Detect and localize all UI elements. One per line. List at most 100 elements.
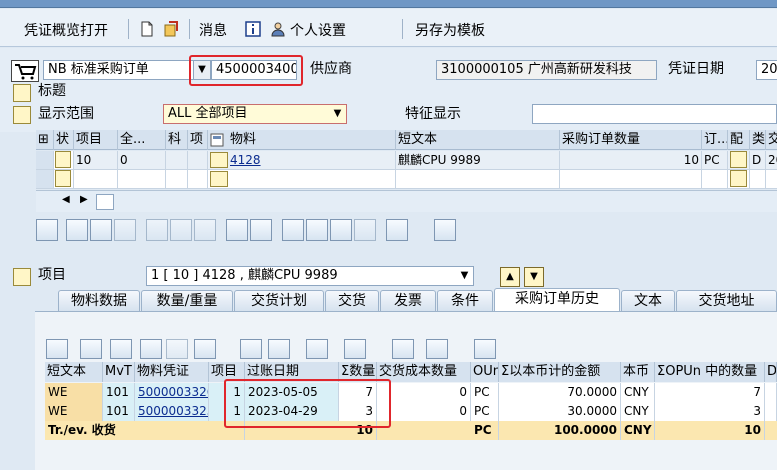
- filter-icon[interactable]: [330, 219, 352, 241]
- total-row[interactable]: Tr./ev. 收货 10 PC 100.0000 CNY 10: [45, 421, 777, 440]
- delivery-cell[interactable]: [766, 170, 777, 189]
- tab-conditions[interactable]: 条件: [437, 290, 493, 311]
- col-item[interactable]: 项目: [74, 130, 118, 150]
- save-as-template-button[interactable]: 另存为模板: [415, 20, 485, 40]
- material-doc-link[interactable]: 5000003326: [138, 385, 208, 399]
- delete-row-icon[interactable]: [146, 219, 168, 241]
- find-icon[interactable]: [140, 339, 162, 359]
- col-oun[interactable]: OUn: [471, 362, 499, 382]
- material-cell[interactable]: [208, 170, 396, 189]
- col-opun-quantity[interactable]: ΣOPUn 中的数量: [655, 362, 765, 382]
- expand-item-details-icon[interactable]: [13, 268, 31, 286]
- col-material-doc[interactable]: 物料凭证: [135, 362, 209, 382]
- sort-descending-icon[interactable]: [306, 219, 328, 241]
- lock-icon[interactable]: [170, 219, 192, 241]
- material-cell[interactable]: 4128: [208, 151, 396, 170]
- copy-icon[interactable]: [250, 219, 272, 241]
- previous-item-icon[interactable]: ▲: [500, 267, 520, 287]
- new-document-icon[interactable]: [139, 21, 155, 37]
- row-selector[interactable]: [36, 151, 54, 170]
- col-short-text[interactable]: 短文本: [45, 362, 103, 382]
- grid-select-all-icon[interactable]: ⊞: [36, 130, 54, 150]
- config-button[interactable]: [730, 151, 747, 168]
- vendor-field[interactable]: 3100000105 广州高新研发科技: [436, 60, 657, 80]
- account-cell[interactable]: [166, 170, 188, 189]
- col-type[interactable]: 类: [750, 130, 766, 150]
- sort-ascending-icon[interactable]: [282, 219, 304, 241]
- status-button[interactable]: [55, 170, 71, 187]
- row-selector[interactable]: [36, 170, 54, 189]
- tab-delivery-schedule[interactable]: 交货计划: [234, 290, 324, 311]
- find-next-icon[interactable]: [166, 339, 188, 359]
- material-doc-cell[interactable]: 5000003326: [135, 383, 209, 402]
- full-cell[interactable]: [118, 170, 166, 189]
- feature-display-field[interactable]: [532, 104, 777, 124]
- print-icon[interactable]: [240, 339, 262, 359]
- scroll-left-icon[interactable]: ◀: [62, 194, 70, 205]
- messages-button[interactable]: 消息: [199, 20, 227, 40]
- layout-icon[interactable]: [344, 339, 366, 359]
- paste-row-icon[interactable]: [114, 219, 136, 241]
- col-de[interactable]: De: [765, 362, 777, 382]
- horizontal-scrollbar[interactable]: [96, 194, 114, 210]
- status-button[interactable]: [55, 151, 71, 168]
- tab-delivery-address[interactable]: 交货地址: [676, 290, 777, 311]
- filter-icon[interactable]: [194, 339, 216, 359]
- export-icon[interactable]: [306, 339, 328, 359]
- col-status[interactable]: 状: [54, 130, 74, 150]
- col-full[interactable]: 全...: [118, 130, 166, 150]
- expand-items-icon[interactable]: [13, 106, 31, 124]
- col-account[interactable]: 科: [166, 130, 188, 150]
- details-icon[interactable]: [46, 339, 68, 359]
- next-item-icon[interactable]: ▼: [524, 267, 544, 287]
- col-mvt[interactable]: MvT: [103, 362, 135, 382]
- order-unit-cell[interactable]: [702, 170, 728, 189]
- tab-po-history[interactable]: 采购订单历史: [494, 288, 620, 312]
- page-icon[interactable]: [226, 219, 248, 241]
- table-row[interactable]: 10 0 4128 麒麟CPU 9989 10 PC D 20: [36, 151, 777, 170]
- add-row-icon[interactable]: [66, 219, 88, 241]
- tab-delivery[interactable]: 交货: [325, 290, 379, 311]
- po-quantity-cell[interactable]: [560, 170, 702, 189]
- material-help-button[interactable]: [210, 152, 228, 168]
- short-text-cell[interactable]: [396, 170, 560, 189]
- views-icon[interactable]: [268, 339, 290, 359]
- chevron-down-icon[interactable]: ▼: [329, 105, 346, 123]
- config-button[interactable]: [730, 170, 747, 187]
- material-doc-cell[interactable]: 5000003325: [135, 402, 209, 421]
- cart-icon[interactable]: [11, 60, 39, 82]
- unlock-icon[interactable]: [194, 219, 216, 241]
- col-po-quantity[interactable]: 采购订单数量: [560, 130, 702, 150]
- voucher-overview-button[interactable]: 凭证概览打开: [24, 20, 108, 40]
- material-doc-link[interactable]: 5000003325: [138, 404, 208, 418]
- item-selector-select[interactable]: 1 [ 10 ] 4128 , 麒麟CPU 9989: [146, 266, 474, 286]
- col-delivery-cost-qty[interactable]: 交货成本数量: [377, 362, 471, 382]
- col-delivery[interactable]: 交: [766, 130, 777, 150]
- document-icon[interactable]: [386, 219, 408, 241]
- currency-icon[interactable]: [426, 339, 448, 359]
- info-icon[interactable]: [392, 339, 414, 359]
- expand-header-icon[interactable]: [13, 84, 31, 102]
- display-scope-select[interactable]: ALL 全部项目: [163, 104, 347, 124]
- col-amount-local-currency[interactable]: Σ以本币计的金额: [499, 362, 621, 382]
- scroll-right-icon[interactable]: ▶: [80, 194, 88, 205]
- tab-material-data[interactable]: 物料数据: [58, 290, 140, 311]
- tab-invoice[interactable]: 发票: [380, 290, 436, 311]
- col-short-text[interactable]: 短文本: [396, 130, 560, 150]
- info-icon[interactable]: [245, 21, 261, 37]
- table-row[interactable]: [36, 170, 777, 189]
- col-order-unit[interactable]: 订...: [702, 130, 728, 150]
- col-material[interactable]: 物料: [208, 130, 396, 150]
- item-cat-cell[interactable]: [188, 170, 208, 189]
- doc-date-field[interactable]: 202: [756, 60, 777, 80]
- personal-settings-button[interactable]: 个人设置: [290, 20, 346, 40]
- doc-type-select[interactable]: NB 标准采购订单: [43, 60, 211, 80]
- details-icon[interactable]: [36, 219, 58, 241]
- item-cell[interactable]: [74, 170, 118, 189]
- tab-texts[interactable]: 文本: [621, 290, 675, 311]
- sort-descending-icon[interactable]: [110, 339, 132, 359]
- refresh-icon[interactable]: [474, 339, 496, 359]
- tab-quantity-weight[interactable]: 数量/重量: [141, 290, 233, 311]
- chevron-down-icon[interactable]: ▼: [456, 267, 473, 285]
- hold-document-icon[interactable]: [163, 21, 179, 37]
